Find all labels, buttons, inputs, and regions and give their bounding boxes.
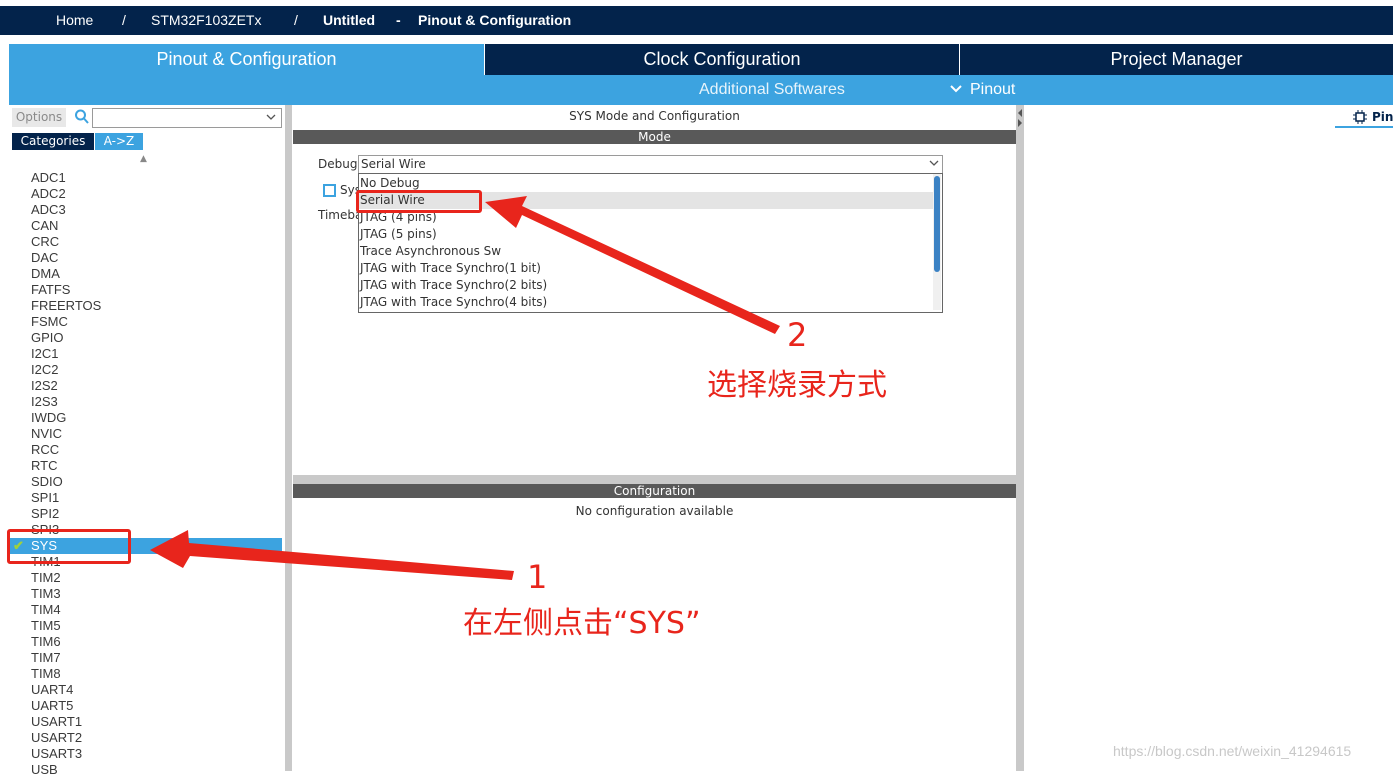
watermark: https://blog.csdn.net/weixin_41294615 [1113,743,1352,759]
annotation-step-2-number: 2 [787,316,808,354]
annotation-step-2-text: 选择烧录方式 [707,368,887,403]
annotation-step-1-number: 1 [527,558,548,596]
arrow-step-2 [485,196,780,334]
annotation-step-1-text: 在左侧点击“SYS” [463,606,701,641]
annotation-arrows [150,196,780,580]
arrow-step-1 [150,530,514,580]
